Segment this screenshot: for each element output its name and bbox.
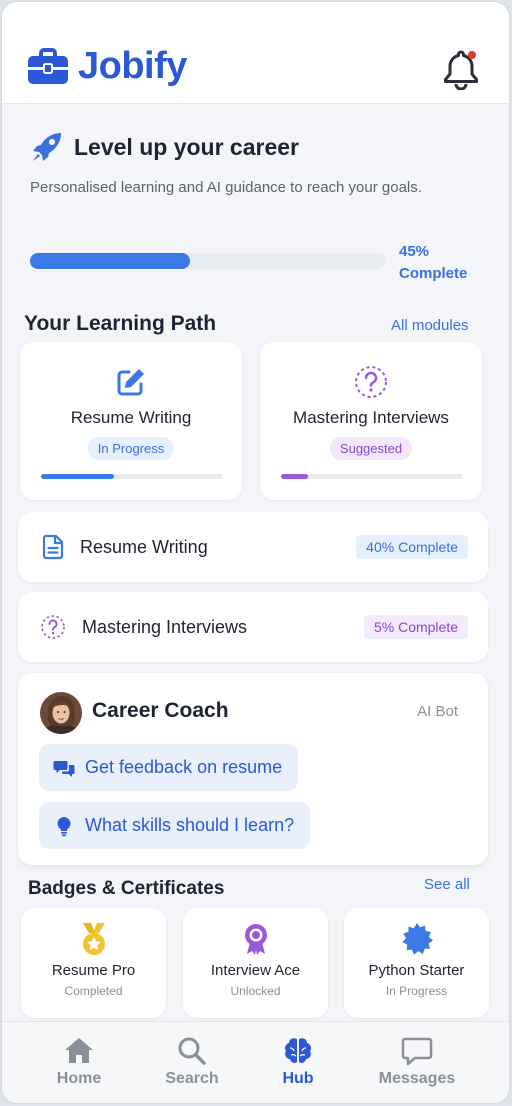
- nav-home[interactable]: Home: [24, 1036, 134, 1088]
- progress-badge: 5% Complete: [363, 615, 468, 639]
- starburst-badge-icon: [402, 923, 433, 955]
- module-row-mastering-interviews[interactable]: Mastering Interviews 5% Complete: [18, 592, 488, 662]
- message-icon: [401, 1037, 433, 1066]
- learning-path-title: Your Learning Path: [24, 312, 217, 335]
- badge-status: Completed: [64, 984, 123, 998]
- medal-icon: [82, 923, 105, 955]
- nav-label: Hub: [282, 1070, 314, 1087]
- home-icon: [65, 1038, 93, 1063]
- nav-label: Search: [165, 1070, 219, 1087]
- hero-heading: Level up your career: [30, 130, 299, 164]
- document-icon: [42, 534, 64, 560]
- badge-name: Interview Ace: [210, 962, 301, 979]
- module-name: Resume Writing: [70, 408, 192, 427]
- question-circle-icon: [355, 366, 387, 398]
- app-header: Jobify: [2, 2, 509, 104]
- notification-bell-icon[interactable]: [442, 48, 480, 90]
- nav-label: Home: [56, 1070, 102, 1087]
- see-all-link[interactable]: See all: [424, 876, 470, 893]
- chip-label: What skills should I learn?: [85, 815, 295, 835]
- badge-name: Python Starter: [368, 962, 465, 979]
- module-progress-bar: [41, 474, 223, 479]
- career-coach-card: Career Coach AI Bot Get feedback on resu…: [18, 673, 488, 865]
- nav-label: Messages: [378, 1070, 456, 1087]
- nav-messages[interactable]: Messages: [362, 1036, 472, 1088]
- app-name: Jobify: [78, 45, 187, 87]
- lightbulb-icon: [57, 816, 71, 836]
- badge-card-interview-ace[interactable]: Interview Ace Unlocked: [183, 908, 328, 1018]
- badge-status: Unlocked: [230, 984, 281, 998]
- hero-subtitle: Personalised learning and AI guidance to…: [30, 179, 422, 196]
- rocket-icon: [33, 133, 61, 161]
- coach-avatar: [40, 692, 82, 734]
- module-progress-fill: [281, 474, 309, 479]
- app-screen: Jobify Level up your career Personalised…: [1, 1, 510, 1104]
- status-pill: In Progress: [87, 437, 175, 460]
- module-row-resume-writing[interactable]: Resume Writing 40% Complete: [18, 512, 488, 582]
- badge-card-python-starter[interactable]: Python Starter In Progress: [344, 908, 489, 1018]
- brain-icon: [285, 1038, 311, 1063]
- module-progress-bar: [281, 474, 463, 479]
- edit-icon: [117, 369, 144, 396]
- badge-name: Resume Pro: [51, 962, 136, 979]
- module-name: Mastering Interviews: [293, 408, 449, 427]
- nav-hub[interactable]: Hub: [243, 1036, 353, 1088]
- question-circle-icon: [41, 615, 65, 639]
- chat-bubbles-icon: [53, 760, 75, 777]
- module-row-label: Mastering Interviews: [82, 616, 248, 637]
- hero-title: Level up your career: [74, 133, 299, 160]
- all-modules-link[interactable]: All modules: [391, 317, 469, 334]
- module-card-resume-writing[interactable]: Resume Writing In Progress: [20, 342, 242, 500]
- status-pill: Suggested: [329, 437, 413, 460]
- career-progress-bar: [30, 253, 386, 269]
- badges-title: Badges & Certificates: [28, 878, 225, 899]
- nav-search[interactable]: Search: [137, 1036, 247, 1088]
- badge-card-resume-pro[interactable]: Resume Pro Completed: [21, 908, 166, 1018]
- badge-status: In Progress: [385, 984, 448, 998]
- ai-bot-tag: AI Bot: [417, 703, 458, 720]
- module-progress-fill: [41, 474, 114, 479]
- feedback-resume-chip[interactable]: Get feedback on resume: [39, 744, 299, 791]
- coach-title: Career Coach: [92, 699, 229, 722]
- briefcase-icon: [28, 47, 68, 84]
- skills-question-chip[interactable]: What skills should I learn?: [39, 802, 311, 849]
- bottom-nav: Home Search Hub Messages: [2, 1021, 509, 1103]
- search-icon: [178, 1037, 206, 1065]
- chip-label: Get feedback on resume: [85, 757, 283, 777]
- module-card-mastering-interviews[interactable]: Mastering Interviews Suggested: [260, 342, 482, 500]
- career-progress-label: 45% Complete: [399, 243, 468, 282]
- career-progress-fill: [30, 253, 191, 269]
- progress-badge: 40% Complete: [356, 535, 468, 559]
- award-ribbon-icon: [244, 924, 267, 955]
- module-row-label: Resume Writing: [80, 536, 208, 557]
- coach-portrait-icon: [40, 692, 82, 734]
- app-logo[interactable]: Jobify: [28, 45, 187, 88]
